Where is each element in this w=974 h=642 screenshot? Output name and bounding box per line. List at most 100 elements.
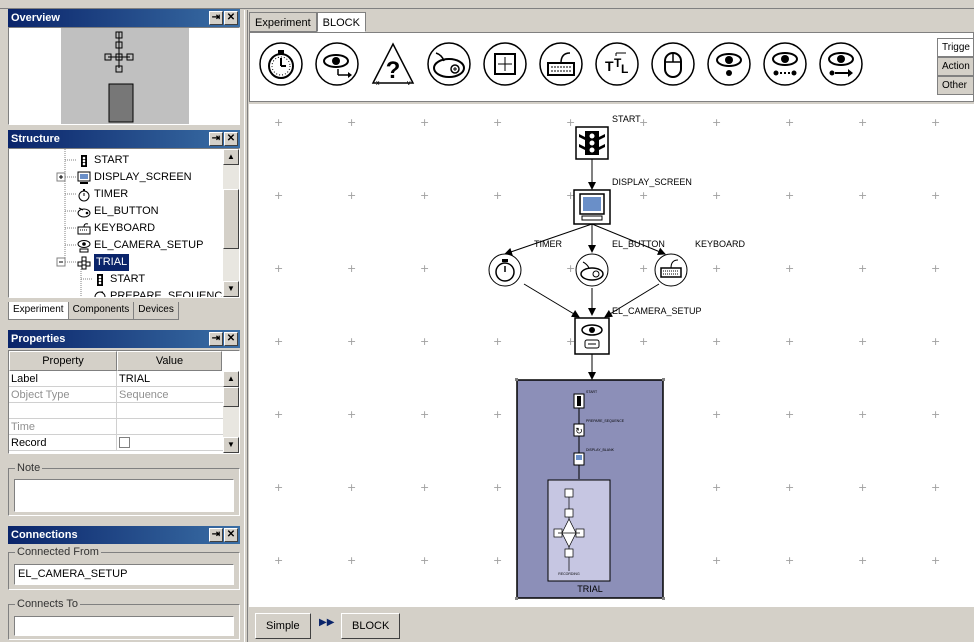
table-row[interactable]: Time xyxy=(9,419,225,435)
svg-text:RECORDING: RECORDING xyxy=(558,572,580,576)
property-column-header[interactable]: Property xyxy=(9,351,117,371)
scroll-down-icon[interactable]: ▼ xyxy=(223,437,239,453)
svg-text:↻: ↻ xyxy=(575,426,583,436)
overview-view[interactable] xyxy=(8,27,240,125)
tree-item-el-camera-setup[interactable]: EL_CAMERA_SETUP xyxy=(77,237,203,254)
scroll-thumb[interactable] xyxy=(223,387,239,407)
node-timer[interactable] xyxy=(488,253,522,287)
monitor-icon xyxy=(77,171,91,185)
tab-experiment-editor[interactable]: Experiment xyxy=(249,12,317,32)
tree-item-display-screen[interactable]: DISPLAY_SCREEN xyxy=(77,169,192,186)
eye-dot-icon[interactable] xyxy=(706,41,752,87)
overview-thumbnail xyxy=(61,28,189,124)
breadcrumb-bar: Simple ▶▶ BLOCK xyxy=(249,606,974,642)
connects-to-field[interactable] xyxy=(14,616,234,636)
tab-components[interactable]: Components xyxy=(67,302,135,320)
gamepad-icon[interactable] xyxy=(426,41,472,87)
node-display-screen[interactable] xyxy=(573,189,611,225)
tab-devices[interactable]: Devices xyxy=(133,302,179,320)
ttl-icon[interactable]: TTL xyxy=(594,41,640,87)
table-row[interactable] xyxy=(9,403,225,419)
close-icon[interactable]: ✕ xyxy=(224,528,238,542)
tree-item-timer[interactable]: TIMER xyxy=(77,186,128,203)
note-field[interactable] xyxy=(14,479,234,512)
tree-item-trial[interactable]: TRIAL xyxy=(77,254,130,271)
connection-arrow[interactable] xyxy=(523,283,580,318)
node-label-display-screen: DISPLAY_SCREEN xyxy=(612,177,692,187)
question-triangle-icon[interactable]: ? x v xyxy=(370,41,416,87)
node-label-start: START xyxy=(612,114,641,124)
node-label-el-button: EL_BUTTON xyxy=(612,239,665,249)
eye-camera-icon xyxy=(77,239,91,253)
node-palette: ? x v TTL xyxy=(249,32,974,102)
tree-scrollbar[interactable]: ▲ ▼ xyxy=(223,149,239,297)
palette-tab-triggers[interactable]: Trigge xyxy=(937,38,974,57)
eye-arrow-right-icon[interactable] xyxy=(818,41,864,87)
breadcrumb-simple[interactable]: Simple xyxy=(255,613,311,639)
editor-tabs: Experiment BLOCK xyxy=(249,12,366,32)
node-label-timer: TIMER xyxy=(534,239,562,249)
pin-icon[interactable]: ⇥ xyxy=(209,11,223,25)
properties-table[interactable]: Property Value Label TRIAL Object Type S… xyxy=(8,350,240,454)
scroll-down-icon[interactable]: ▼ xyxy=(223,281,239,297)
value-column-header[interactable]: Value xyxy=(117,351,222,371)
svg-text:x: x xyxy=(376,80,380,87)
window-frame xyxy=(0,0,974,9)
prepare-icon xyxy=(93,290,107,297)
palette-tab-other[interactable]: Other xyxy=(937,76,974,95)
node-keyboard[interactable] xyxy=(654,253,688,287)
node-start[interactable] xyxy=(575,126,609,160)
svg-text:DISPLAY_BLANK: DISPLAY_BLANK xyxy=(586,448,615,452)
pin-icon[interactable]: ⇥ xyxy=(209,132,223,146)
svg-text:?: ? xyxy=(386,57,401,84)
tree-item-prepare-sequence[interactable]: PREPARE_SEQUENCE xyxy=(93,288,230,297)
node-label-trial: TRIAL xyxy=(577,584,603,594)
overview-panel-title: Overview ⇥ ✕ xyxy=(8,9,240,27)
connected-from-field[interactable]: EL_CAMERA_SETUP xyxy=(14,564,234,585)
table-row[interactable]: Object Type Sequence xyxy=(9,387,225,403)
flow-canvas[interactable]: + + + + + + + + + + + + + + + + + + + + + + + + + + + + + + + + + + + + + + + +… xyxy=(249,104,974,606)
eye-dotted-icon[interactable] xyxy=(762,41,808,87)
close-icon[interactable]: ✕ xyxy=(224,332,238,346)
pin-icon[interactable]: ⇥ xyxy=(209,332,223,346)
breadcrumb-block[interactable]: BLOCK xyxy=(341,613,401,639)
node-label-keyboard: KEYBOARD xyxy=(695,239,746,249)
svg-text:PREPARE_SEQUENCE: PREPARE_SEQUENCE xyxy=(586,419,625,423)
structure-tree[interactable]: START DISPLAY_SCREEN TIMER EL_BUTTON KEY… xyxy=(8,148,240,298)
properties-scrollbar[interactable]: ▲ ▼ xyxy=(223,371,239,453)
structure-panel-title: Structure ⇥ ✕ xyxy=(8,130,240,148)
structure-tabs: Experiment Components Devices xyxy=(8,302,179,320)
node-label-el-camera-setup: EL_CAMERA_SETUP xyxy=(612,306,702,316)
keyboard-icon[interactable] xyxy=(538,41,584,87)
grid-box-icon[interactable] xyxy=(482,41,528,87)
record-checkbox[interactable] xyxy=(119,437,130,448)
pin-icon[interactable]: ⇥ xyxy=(209,528,223,542)
svg-text:START: START xyxy=(586,390,598,394)
tree-item-start[interactable]: START xyxy=(77,152,129,169)
stopwatch-icon[interactable] xyxy=(258,41,304,87)
scroll-up-icon[interactable]: ▲ xyxy=(223,149,239,165)
palette-tab-actions[interactable]: Action xyxy=(937,57,974,76)
table-row[interactable]: Record xyxy=(9,435,225,451)
tree-item-el-button[interactable]: EL_BUTTON xyxy=(77,203,159,220)
table-row[interactable]: Label TRIAL xyxy=(9,371,225,387)
scroll-thumb[interactable] xyxy=(223,189,239,249)
splitter[interactable] xyxy=(244,10,248,642)
tree-item-keyboard[interactable]: KEYBOARD xyxy=(77,220,155,237)
properties-panel-title: Properties ⇥ ✕ xyxy=(8,330,240,348)
mouse-icon[interactable] xyxy=(650,41,696,87)
tab-experiment[interactable]: Experiment xyxy=(8,302,69,320)
gamepad-icon xyxy=(77,205,91,219)
tab-block-editor[interactable]: BLOCK xyxy=(316,12,366,32)
node-el-camera-setup[interactable] xyxy=(574,317,610,355)
connected-from-group: Connected From EL_CAMERA_SETUP xyxy=(8,546,240,590)
node-trial-sequence[interactable]: ↻ START PREPARE_SEQUENCE DISPLAY_BLANK R… xyxy=(515,378,665,600)
traffic-light-icon xyxy=(77,154,91,168)
close-icon[interactable]: ✕ xyxy=(224,132,238,146)
eye-arrow-icon[interactable] xyxy=(314,41,360,87)
scroll-up-icon[interactable]: ▲ xyxy=(223,371,239,387)
close-icon[interactable]: ✕ xyxy=(224,11,238,25)
node-el-button[interactable] xyxy=(575,253,609,287)
connections-panel-title: Connections ⇥ ✕ xyxy=(8,526,240,544)
tree-item-trial-start[interactable]: START xyxy=(93,271,145,288)
